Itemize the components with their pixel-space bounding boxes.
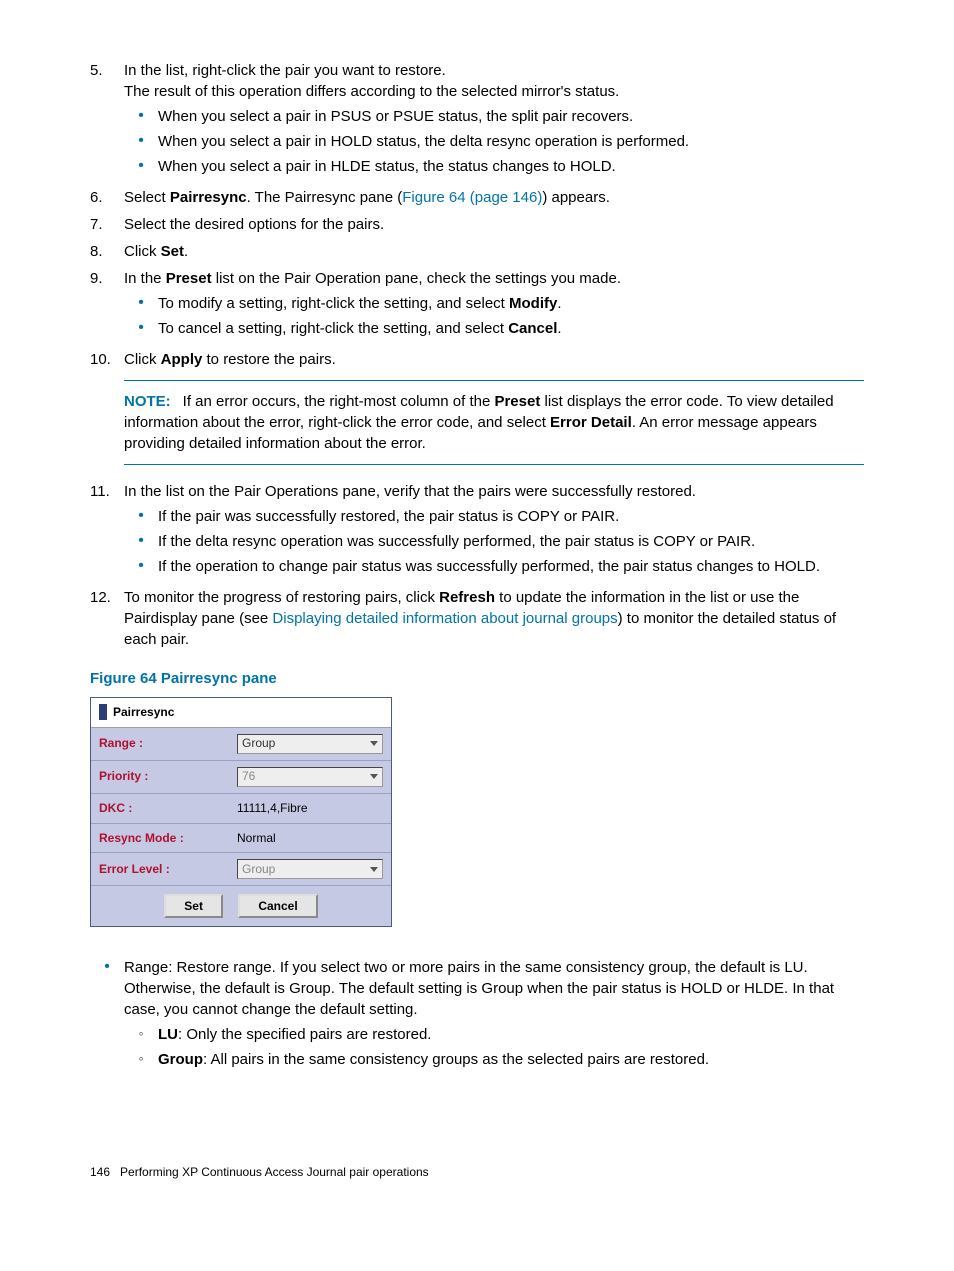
bullet-text: If the operation to change pair status w…: [158, 556, 864, 577]
step-text: In the list, right-click the pair you wa…: [124, 60, 864, 81]
resync-mode-label: Resync Mode :: [91, 823, 229, 853]
range-dropdown[interactable]: Group: [237, 734, 383, 754]
pairresync-dialog: Pairresync Range : Group Priority : 76 D…: [90, 697, 392, 927]
page-number: 146: [90, 1165, 110, 1179]
cancel-button[interactable]: Cancel: [238, 894, 317, 918]
range-label: Range :: [91, 728, 229, 761]
step-11: 11. In the list on the Pair Operations p…: [90, 481, 864, 581]
dkc-value: 11111,4,Fibre: [229, 793, 391, 823]
figure-link[interactable]: Figure 64 (page 146): [402, 189, 542, 206]
dialog-titlebar: Pairresync: [91, 698, 391, 728]
step-number: 7.: [90, 214, 124, 235]
error-level-label: Error Level :: [91, 853, 229, 886]
dkc-label: DKC :: [91, 793, 229, 823]
bullet-text: When you select a pair in HLDE status, t…: [158, 156, 864, 177]
bullet-text: When you select a pair in PSUS or PSUE s…: [158, 106, 864, 127]
title-accent-icon: [99, 704, 107, 720]
bullet-text: When you select a pair in HOLD status, t…: [158, 131, 864, 152]
dialog-buttons: Set Cancel: [91, 886, 391, 926]
journal-link[interactable]: Displaying detailed information about jo…: [272, 610, 617, 627]
chevron-down-icon: [370, 867, 378, 872]
note-label: NOTE:: [124, 393, 171, 410]
error-level-dropdown[interactable]: Group: [237, 859, 383, 879]
chapter-title: Performing XP Continuous Access Journal …: [120, 1165, 429, 1179]
step-text: The result of this operation differs acc…: [124, 81, 864, 102]
figure-caption: Figure 64 Pairresync pane: [90, 668, 864, 689]
resync-mode-value: Normal: [229, 823, 391, 853]
step-9: 9. In the Preset list on the Pair Operat…: [90, 268, 864, 343]
step-5: 5. In the list, right-click the pair you…: [90, 60, 864, 181]
step-text: Select the desired options for the pairs…: [124, 214, 864, 235]
step-12: 12. To monitor the progress of restoring…: [90, 587, 864, 650]
bullet-text: If the pair was successfully restored, t…: [158, 506, 864, 527]
step-number: 9.: [90, 268, 124, 343]
priority-dropdown[interactable]: 76: [237, 767, 383, 787]
step-number: 5.: [90, 60, 124, 181]
priority-label: Priority :: [91, 760, 229, 793]
chevron-down-icon: [370, 741, 378, 746]
page-footer: 146 Performing XP Continuous Access Jour…: [90, 1164, 864, 1181]
step-number: 12.: [90, 587, 124, 650]
sub-list: To modify a setting, right-click the set…: [124, 293, 864, 339]
dialog-fields: Range : Group Priority : 76 DKC : 11111,…: [91, 728, 391, 887]
step-8: 8. Click Set.: [90, 241, 864, 262]
page-content: 5. In the list, right-click the pair you…: [90, 60, 864, 1074]
step-6: 6. Select Pairresync. The Pairresync pan…: [90, 187, 864, 208]
step-number: 8.: [90, 241, 124, 262]
note-block: NOTE:If an error occurs, the right-most …: [124, 380, 864, 465]
step-10: 10. Click Apply to restore the pairs. NO…: [90, 349, 864, 475]
range-description-list: Range: Restore range. If you select two …: [90, 957, 864, 1074]
sub-list: If the pair was successfully restored, t…: [124, 506, 864, 577]
chevron-down-icon: [370, 774, 378, 779]
dialog-title: Pairresync: [113, 704, 174, 721]
step-7: 7. Select the desired options for the pa…: [90, 214, 864, 235]
range-options: LU: Only the specified pairs are restore…: [124, 1024, 864, 1070]
step-text: In the list on the Pair Operations pane,…: [124, 481, 864, 502]
bullet-text: If the delta resync operation was succes…: [158, 531, 864, 552]
set-button[interactable]: Set: [164, 894, 223, 918]
range-description: Range: Restore range. If you select two …: [124, 957, 864, 1020]
step-number: 11.: [90, 481, 124, 581]
step-number: 6.: [90, 187, 124, 208]
sub-list: When you select a pair in PSUS or PSUE s…: [124, 106, 864, 177]
step-number: 10.: [90, 349, 124, 475]
steps-list: 5. In the list, right-click the pair you…: [90, 60, 864, 650]
